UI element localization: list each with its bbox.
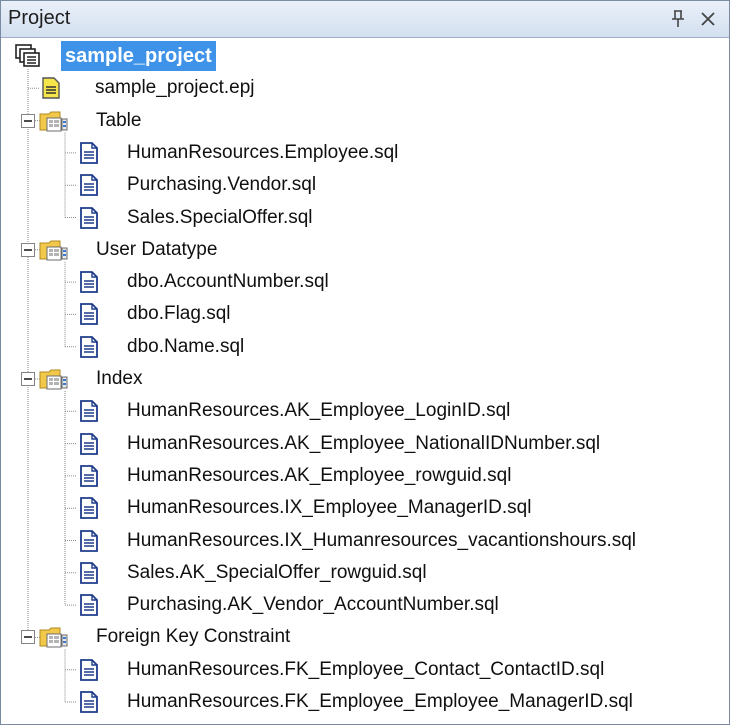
collapse-toggle-icon[interactable] xyxy=(21,630,35,645)
sql-file-icon xyxy=(79,464,99,492)
sql-file-icon xyxy=(79,174,99,201)
tree-file-item[interactable]: HumanResources.AK_Employee_NationalIDNum… xyxy=(123,429,604,459)
collapse-toggle-icon[interactable] xyxy=(21,372,35,386)
collapse-toggle-icon[interactable] xyxy=(21,113,35,128)
tree-item-project-file[interactable]: sample_project.epj xyxy=(91,73,258,103)
sql-file-icon xyxy=(79,303,99,330)
project-panel: Project sample_project sample_project.epj… xyxy=(0,0,730,725)
project-file-icon xyxy=(41,77,61,104)
tree-item-label: Sales.SpecialOffer.sql xyxy=(127,206,313,228)
tree-folder-item[interactable]: Table xyxy=(92,106,145,136)
tree-item-label: dbo.AccountNumber.sql xyxy=(127,271,329,293)
collapse-toggle-icon[interactable] xyxy=(21,242,35,257)
tree-item-label: sample_project xyxy=(61,41,216,71)
tree-file-item[interactable]: HumanResources.IX_Employee_ManagerID.sql xyxy=(123,493,535,523)
tree-file-item[interactable]: HumanResources.AK_Employee_LoginID.sql xyxy=(123,396,514,426)
tree-root-item[interactable]: sample_project xyxy=(61,41,216,71)
tree-file-item[interactable]: dbo.AccountNumber.sql xyxy=(123,267,333,297)
tree-item-label: HumanResources.AK_Employee_rowguid.sql xyxy=(127,464,512,486)
sql-file-icon xyxy=(79,271,99,298)
tree-item-label: HumanResources.AK_Employee_NationalIDNum… xyxy=(127,432,601,454)
tree-item-label: dbo.Name.sql xyxy=(127,335,245,357)
folder-icon xyxy=(39,625,69,654)
tree-item-label: Purchasing.Vendor.sql xyxy=(127,174,317,196)
tree-file-item[interactable]: dbo.Flag.sql xyxy=(123,299,235,329)
tree-folder-item[interactable]: Foreign Key Constraint xyxy=(92,622,294,652)
tree-file-item[interactable]: Purchasing.Vendor.sql xyxy=(123,170,320,200)
tree-item-label: dbo.Flag.sql xyxy=(127,303,231,325)
tree-file-item[interactable]: HumanResources.FK_Employee_Employee_Mana… xyxy=(123,687,637,717)
sql-file-icon xyxy=(79,141,99,169)
tree-item-label: Index xyxy=(96,368,143,389)
tree-item-label: HumanResources.FK_Employee_Contact_Conta… xyxy=(127,658,605,680)
sql-file-icon xyxy=(79,691,99,718)
tree-item-label: HumanResources.FK_Employee_Employee_Mana… xyxy=(127,691,633,712)
tree-file-item[interactable]: HumanResources.IX_Humanresources_vacanti… xyxy=(123,526,640,556)
folder-icon xyxy=(39,109,69,138)
tree-file-item[interactable]: HumanResources.FK_Employee_Contact_Conta… xyxy=(123,655,608,685)
tree-folder-item[interactable]: User Datatype xyxy=(92,235,221,265)
sql-file-icon xyxy=(79,335,99,363)
tree-item-label: User Datatype xyxy=(96,238,218,260)
project-icon xyxy=(15,44,41,73)
sql-file-icon xyxy=(79,561,99,589)
tree-item-label: HumanResources.Employee.sql xyxy=(127,141,399,163)
tree-item-label: Table xyxy=(96,109,142,131)
tree-file-item[interactable]: Sales.SpecialOffer.sql xyxy=(123,203,317,233)
tree-item-label: Purchasing.AK_Vendor_AccountNumber.sql xyxy=(127,594,499,616)
sql-file-icon xyxy=(79,400,99,427)
tree-item-label: sample_project.epj xyxy=(95,77,255,99)
sql-file-icon xyxy=(79,594,99,621)
tree-item-label: Foreign Key Constraint xyxy=(96,626,291,648)
tree-item-label: HumanResources.IX_Humanresources_vacanti… xyxy=(127,529,637,551)
tree-file-item[interactable]: dbo.Name.sql xyxy=(123,332,248,362)
sql-file-icon xyxy=(79,497,99,524)
tree-file-item[interactable]: HumanResources.AK_Employee_rowguid.sql xyxy=(123,461,515,491)
sql-file-icon xyxy=(79,529,99,557)
sql-file-icon xyxy=(79,658,99,686)
tree-item-label: HumanResources.AK_Employee_LoginID.sql xyxy=(127,400,511,422)
tree-file-item[interactable]: HumanResources.Employee.sql xyxy=(123,138,402,168)
sql-file-icon xyxy=(79,432,99,460)
folder-icon xyxy=(39,367,69,396)
folder-icon xyxy=(39,238,69,267)
tree-file-item[interactable]: Purchasing.AK_Vendor_AccountNumber.sql xyxy=(123,590,503,620)
tree-item-label: Sales.AK_SpecialOffer_rowguid.sql xyxy=(127,561,427,583)
tree-file-item[interactable]: Sales.AK_SpecialOffer_rowguid.sql xyxy=(123,558,431,588)
sql-file-icon xyxy=(79,206,99,234)
tree-folder-item[interactable]: Index xyxy=(92,364,146,394)
tree-item-label: HumanResources.IX_Employee_ManagerID.sql xyxy=(127,497,532,519)
